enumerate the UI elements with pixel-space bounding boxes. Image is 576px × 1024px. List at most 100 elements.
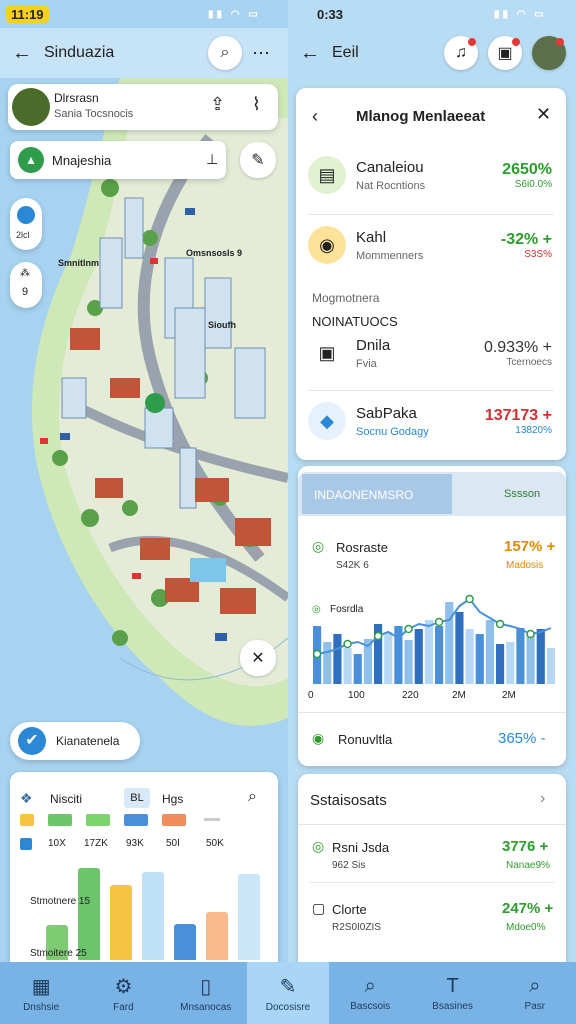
profile-subtitle: Sania Tocsnocis — [54, 108, 134, 120]
badge-dot — [468, 38, 476, 46]
back-arrow-icon[interactable]: ← — [0, 42, 44, 65]
bottom-navigation: ▦ Dnshsie ⚙ Fard ▯ Mnsanocas ✎ Docosisre ⌕ Bascso… — [0, 962, 576, 1024]
chart-bar — [384, 632, 393, 684]
legend-value: 17ZK — [84, 838, 108, 849]
chart-bar — [238, 874, 260, 960]
stats-tab-badge: BL — [124, 788, 150, 808]
divider — [298, 824, 566, 825]
tab-other-label[interactable]: Sssson — [504, 488, 540, 500]
location-chip[interactable]: ▲ Mnajeshia ⊥ — [10, 141, 226, 179]
nav-label: Bsasines — [432, 1000, 473, 1012]
metric-percent: 157% + — [504, 538, 556, 555]
chevron-left-icon[interactable]: ‹ — [312, 106, 318, 127]
tab-active-label: INDAONENMSRO — [314, 488, 414, 502]
nav-label: Dnshsie — [23, 1001, 60, 1013]
section-heading: NOINATUOCS — [312, 314, 398, 329]
close-icon[interactable]: ✕ — [536, 104, 551, 125]
metric-title: Rosraste — [336, 540, 389, 555]
status-time: 0:33 — [317, 6, 344, 22]
more-icon[interactable]: ⋯ — [252, 43, 270, 64]
chart-point — [434, 617, 444, 627]
nav-icon: ✎ — [279, 975, 297, 998]
nav-item-0[interactable]: ▦ Dnshsie — [0, 962, 82, 1024]
legend-swatch — [204, 818, 220, 821]
nav-label: Fard — [113, 1001, 134, 1013]
chart-bar — [445, 602, 454, 684]
share-icon[interactable]: ⇪ — [210, 94, 225, 115]
item-icon: ▣ — [308, 334, 346, 372]
metric-sub: S42K 6 — [336, 560, 369, 571]
chart-point — [526, 629, 535, 639]
chart-bar — [424, 620, 433, 684]
nav-item-6[interactable]: ⌕ Pasr — [494, 962, 576, 1024]
legend-value: 50K — [206, 838, 224, 849]
activity-chart — [312, 594, 555, 684]
drop-icon: ⁂ — [20, 268, 30, 279]
item-icon: ▤ — [308, 156, 346, 194]
item-title: Canaleiou — [356, 158, 424, 176]
chart-point — [495, 619, 505, 629]
bar-label: Stmoitere 25 — [30, 948, 87, 959]
legend-swatch — [124, 814, 148, 826]
nav-icon: ⌕ — [529, 974, 541, 997]
back-arrow-icon[interactable]: ← — [288, 42, 332, 65]
leaf-button[interactable]: ✎ — [240, 142, 276, 178]
chart-point — [465, 594, 474, 604]
link-icon[interactable]: ⌇ — [252, 94, 261, 115]
chart-bar — [516, 628, 525, 684]
list-item[interactable]: ◆ SabPaka Socnu Godagy 137173 + 13820% — [296, 402, 566, 440]
nav-item-4[interactable]: ⌕ Bascsois — [329, 962, 411, 1024]
chart-bar — [485, 620, 494, 684]
item-subtitle: Socnu Godagy — [356, 425, 429, 438]
zoom-control[interactable]: ⁂ 9 — [10, 262, 42, 308]
chart-bar — [343, 648, 352, 684]
chart-bar — [496, 644, 505, 684]
x-tick: 100 — [348, 690, 365, 701]
notifications-button[interactable]: ♫ — [444, 36, 478, 70]
profile-card[interactable]: Dlrsrasn Sania Tocsnocis ⇪ ⌇ — [8, 84, 278, 130]
item-icon: ◎ — [312, 838, 325, 854]
list-item[interactable]: ◉ Kahl Mommenners -32% + S3S% — [296, 226, 566, 264]
divider — [298, 712, 566, 713]
list-item[interactable]: ▤ Canaleiou Nat Rocntions 2650% S6i0.0% — [296, 156, 566, 194]
item-percent: 3776 + — [502, 838, 549, 855]
stats-tab[interactable]: Hgs — [162, 792, 183, 806]
search-icon[interactable]: ⌕ — [248, 788, 257, 806]
item-subtitle: R2S0I0ZIS — [332, 922, 381, 933]
chart-bar — [404, 640, 413, 684]
chart-bar — [333, 634, 342, 684]
legend-value: 93K — [126, 838, 144, 849]
nav-item-3[interactable]: ✎ Docosisre — [246, 962, 330, 1024]
nav-item-1[interactable]: ⚙ Fard — [82, 962, 164, 1024]
item-icon: ◆ — [308, 402, 346, 440]
avatar[interactable] — [532, 36, 566, 70]
management-chip[interactable]: ✔ Kianatenela — [10, 722, 140, 760]
chart-bar — [78, 868, 100, 960]
location-chip-label: Mnajeshia — [52, 153, 112, 168]
item-percent: 137173 + — [484, 406, 552, 424]
messages-button[interactable]: ▣ — [488, 36, 522, 70]
layer-control[interactable]: 2lcl — [10, 198, 42, 250]
item-percent: 2650% — [502, 160, 552, 178]
chart-point — [312, 649, 322, 659]
compass-icon: ✕ — [251, 650, 265, 667]
divider — [308, 214, 554, 215]
compass-button[interactable]: ✕ — [240, 640, 276, 676]
status-icons-left: ▮▮ ◠ ▭ — [208, 8, 261, 20]
nav-item-2[interactable]: ▯ Mnsanocas — [165, 962, 247, 1024]
chart-bar — [206, 912, 228, 960]
list-item[interactable]: ▣ Dnila Fvia 0.933% + Tcernoecs — [296, 334, 566, 372]
chart-card: INDAONENMSRO Sssson ◎ Rosraste S42K 6 15… — [298, 466, 566, 766]
left-pane: 11:19 ▮▮ ◠ ▭ ← Sinduazia ⌕ ⋯ Dlrsrasn Sa… — [0, 0, 288, 1024]
nav-item-5[interactable]: T Bsasines — [411, 962, 493, 1024]
metric-sub2: Madosis — [506, 560, 544, 571]
item-sub-percent: 13820% — [515, 424, 552, 436]
legend-swatch — [162, 814, 186, 826]
search-button[interactable]: ⌕ — [208, 36, 242, 70]
chart-point — [373, 631, 383, 641]
item-sub-percent: Nanae9% — [506, 860, 550, 871]
divider — [308, 390, 554, 391]
chevron-right-icon[interactable]: › — [540, 790, 545, 808]
stats-tab[interactable]: Nisciti — [50, 792, 82, 806]
top-bar-right: ← Eeil ♫ ▣ — [288, 28, 576, 78]
